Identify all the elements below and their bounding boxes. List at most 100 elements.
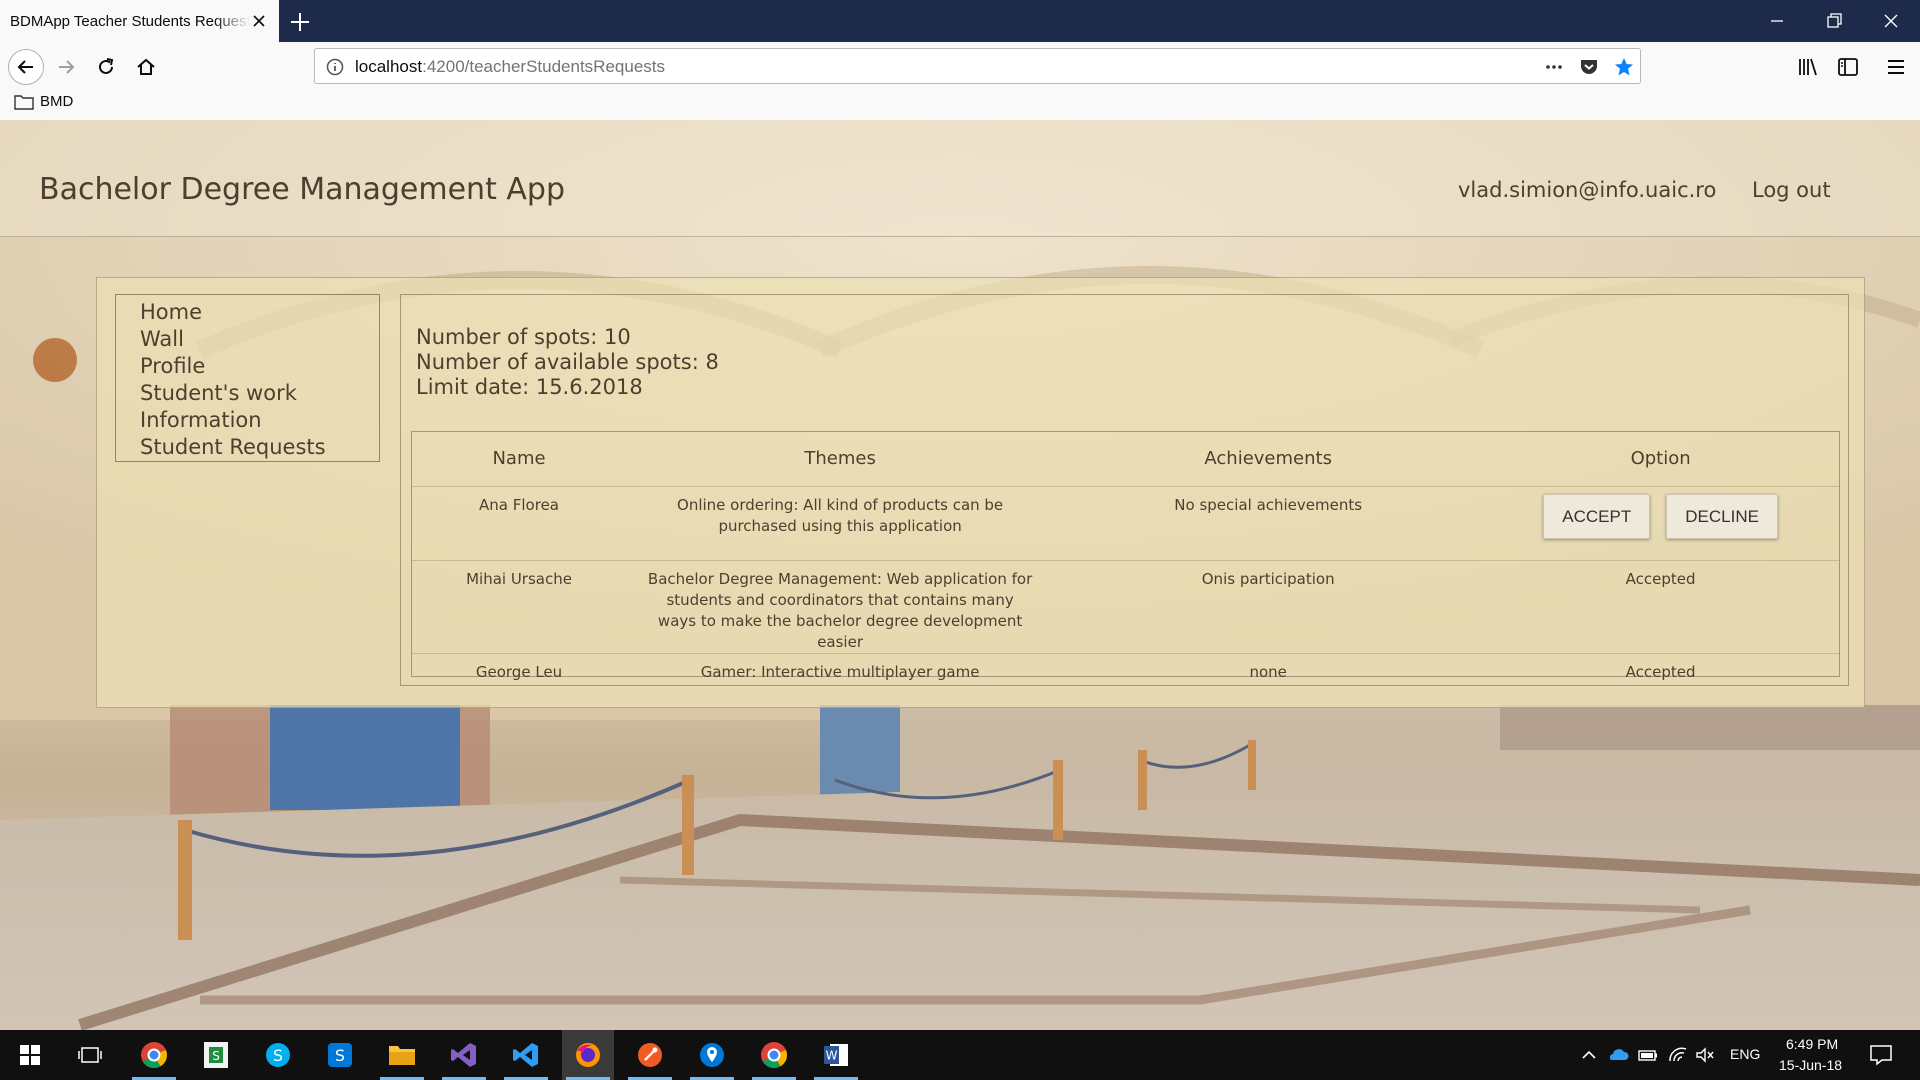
vscode-icon	[513, 1043, 538, 1067]
column-header-name: Name	[412, 432, 627, 487]
onedrive-icon[interactable]	[1607, 1045, 1629, 1065]
taskbar-app-maps[interactable]	[686, 1030, 738, 1080]
svg-text:S: S	[273, 1046, 283, 1065]
requests-content: Number of spots: 10 Number of available …	[400, 294, 1849, 686]
taskbar-app-vscode[interactable]	[500, 1030, 552, 1080]
table-row: Mihai Ursache Bachelor Degree Management…	[412, 560, 1839, 654]
maps-icon	[700, 1043, 724, 1067]
student-achievements: none	[1249, 662, 1287, 681]
decline-button[interactable]: DECLINE	[1666, 493, 1778, 539]
pocket-icon[interactable]	[1578, 56, 1600, 78]
column-header-option: Option	[1482, 432, 1839, 487]
show-hidden-icons-icon[interactable]	[1578, 1045, 1600, 1065]
action-center-icon[interactable]	[1868, 1043, 1894, 1067]
page-actions-icon[interactable]	[1543, 56, 1565, 78]
restore-window-icon[interactable]	[1821, 8, 1847, 34]
address-bar[interactable]: localhost:4200/teacherStudentsRequests	[314, 48, 1641, 84]
logout-link[interactable]: Log out	[1752, 178, 1831, 202]
menu-icon[interactable]	[1884, 55, 1908, 79]
student-name: Mihai Ursache	[412, 560, 627, 654]
library-icon[interactable]	[1796, 55, 1820, 79]
sidebar-icon[interactable]	[1836, 55, 1860, 79]
visual-studio-icon	[451, 1043, 476, 1067]
column-header-themes: Themes	[626, 432, 1055, 487]
taskbar-app-chrome[interactable]	[128, 1030, 180, 1080]
menu-item-students-work[interactable]: Student's work	[140, 380, 379, 407]
taskbar-app-word[interactable]: W	[810, 1030, 862, 1080]
taskbar-app-skype-business[interactable]: S	[314, 1030, 366, 1080]
requests-table: Name Themes Achievements Option Ana Flor…	[411, 431, 1840, 681]
menu-item-profile[interactable]: Profile	[140, 353, 379, 380]
forward-button[interactable]	[50, 51, 82, 83]
spots-summary: Number of spots: 10 Number of available …	[416, 325, 719, 400]
request-status: Accepted	[1482, 560, 1839, 654]
skype-icon: S	[266, 1043, 290, 1067]
skype-business-icon: S	[328, 1043, 352, 1067]
wifi-icon[interactable]	[1667, 1045, 1689, 1065]
main-panel: Home Wall Profile Student's work Informa…	[96, 277, 1865, 708]
url-text[interactable]: localhost:4200/teacherStudentsRequests	[355, 57, 665, 77]
reload-icon	[99, 58, 114, 74]
word-icon: W	[824, 1044, 848, 1066]
new-tab-icon[interactable]	[287, 9, 313, 35]
menu-item-home[interactable]: Home	[140, 299, 379, 326]
chrome-icon	[141, 1042, 168, 1069]
taskbar-app-chrome-2[interactable]	[748, 1030, 800, 1080]
taskbar-app-firefox[interactable]	[562, 1030, 614, 1080]
column-header-achievements: Achievements	[1054, 432, 1483, 487]
svg-text:S: S	[212, 1049, 220, 1063]
close-tab-icon[interactable]	[249, 11, 269, 31]
menu-item-wall[interactable]: Wall	[140, 326, 379, 353]
taskbar-app-visual-studio[interactable]	[438, 1030, 490, 1080]
minimize-window-icon[interactable]	[1764, 8, 1790, 34]
taskbar-app-file-explorer[interactable]	[376, 1030, 428, 1080]
table-header-row: Name Themes Achievements Option	[412, 432, 1839, 487]
browser-tab-strip: BDMApp Teacher Students Requests	[0, 0, 1920, 42]
student-achievements: Onis participation	[1054, 560, 1483, 654]
home-icon	[137, 58, 155, 75]
taskbar-app-skype[interactable]: S	[252, 1030, 304, 1080]
table-row: Ana Florea Online ordering: All kind of …	[412, 486, 1839, 561]
volume-muted-icon[interactable]	[1694, 1045, 1716, 1065]
file-explorer-icon	[389, 1046, 415, 1065]
battery-icon[interactable]	[1637, 1045, 1659, 1065]
page-viewport: Bachelor Degree Management App vlad.simi…	[0, 120, 1920, 1030]
windows-start-button[interactable]	[4, 1030, 56, 1080]
browser-tab-active[interactable]: BDMApp Teacher Students Requests	[0, 0, 279, 42]
clock-time[interactable]: 6:49 PM	[1786, 1036, 1838, 1052]
bookmark-label: BMD	[40, 93, 74, 110]
forward-icon	[59, 60, 75, 74]
close-window-icon[interactable]	[1878, 8, 1904, 34]
input-language[interactable]: ENG	[1730, 1046, 1760, 1062]
option-cell: ACCEPT DECLINE	[1482, 486, 1839, 561]
accept-button[interactable]: ACCEPT	[1543, 493, 1651, 539]
reload-button[interactable]	[90, 51, 122, 83]
bookmark-folder-bmd[interactable]: BMD	[14, 93, 73, 110]
windows-taskbar: S S S W ENG 6:49 PM 15-Jun-18	[0, 1030, 1920, 1080]
user-email-link[interactable]: vlad.simion@info.uaic.ro	[1458, 178, 1716, 202]
chrome-icon	[761, 1042, 788, 1069]
site-info-icon[interactable]	[325, 57, 345, 77]
url-host: localhost	[355, 57, 423, 76]
url-path: :4200/teacherStudentsRequests	[422, 57, 665, 76]
smartsheet-icon: S	[204, 1042, 228, 1068]
clock-date[interactable]: 15-Jun-18	[1779, 1057, 1842, 1073]
side-menu: Home Wall Profile Student's work Informa…	[115, 294, 380, 462]
menu-item-student-requests[interactable]: Student Requests	[140, 434, 379, 461]
back-button[interactable]	[8, 49, 44, 85]
task-view-button[interactable]	[64, 1030, 116, 1080]
home-button[interactable]	[130, 51, 162, 83]
postman-icon	[638, 1043, 662, 1067]
bookmark-star-icon[interactable]	[1613, 56, 1635, 78]
task-view-icon	[78, 1047, 102, 1063]
student-achievements: No special achievements	[1054, 486, 1483, 561]
menu-item-information[interactable]: Information	[140, 407, 379, 434]
limit-date: Limit date: 15.6.2018	[416, 375, 643, 399]
student-theme: Online ordering: All kind of products ca…	[626, 486, 1055, 561]
taskbar-app-postman[interactable]	[624, 1030, 676, 1080]
student-name: George Leu	[475, 662, 563, 681]
app-title: Bachelor Degree Management App	[39, 172, 565, 207]
back-icon	[17, 60, 33, 74]
student-name: Ana Florea	[412, 486, 627, 561]
taskbar-app-smartsheet[interactable]: S	[190, 1030, 242, 1080]
